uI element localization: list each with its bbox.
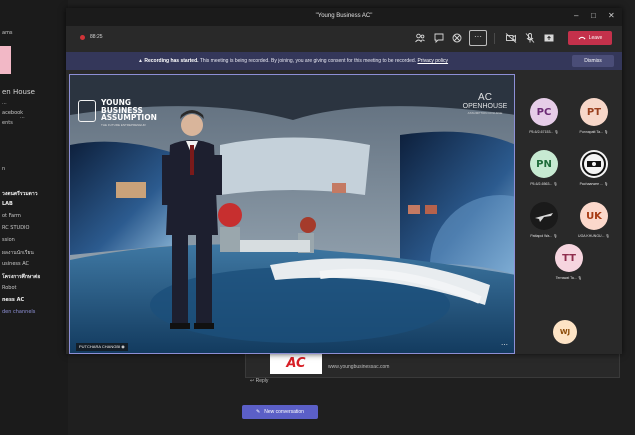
sidebar-channel[interactable]: ness AC	[2, 297, 24, 303]
warning-icon: ▲	[138, 58, 143, 64]
sidebar-item[interactable]: ...	[2, 100, 7, 106]
leave-label: Leave	[588, 35, 603, 41]
channel-sidebar: ams en House ... acebook ... ents n วงดน…	[0, 0, 68, 435]
mic-muted-icon: 🎙	[605, 234, 610, 238]
speaker-video[interactable]: YOUNG BUSINESS ASSUMPTION THE FUTURE ENT…	[69, 74, 515, 354]
more-actions-button[interactable]: ···	[469, 30, 487, 46]
expand-icon[interactable]: ⋯	[501, 341, 508, 349]
avatar: PN	[530, 150, 558, 178]
sidebar-channel[interactable]: ssion	[2, 237, 15, 243]
avatar: PT	[580, 98, 608, 126]
meeting-window: "Young Business AC" – □ ✕ 88:25 ··· Leav…	[66, 8, 622, 354]
participant-name: Pachaarwee ... 🎙	[579, 182, 609, 186]
young-business-logo: YOUNG BUSINESS ASSUMPTION THE FUTURE ENT…	[78, 97, 164, 127]
close-window-button[interactable]: ✕	[608, 12, 615, 20]
ac-openhouse-logo: AC OPENHOUSE ASSUMPTION COLLEGE	[462, 92, 508, 116]
leave-button[interactable]: Leave	[568, 31, 612, 45]
phone-hangup-icon	[578, 35, 586, 42]
mic-muted-icon: 🎙	[554, 130, 559, 134]
banner-headline: Recording has started.	[144, 58, 199, 64]
mic-off-icon[interactable]	[524, 32, 536, 44]
participant-name: P5-6/2-67153... 🎙	[529, 130, 559, 134]
toolbar-divider	[494, 33, 495, 44]
mic-icon: ◉	[121, 344, 125, 349]
sidebar-item[interactable]: ams	[2, 30, 13, 36]
mic-muted-icon: 🎙	[604, 130, 609, 134]
sidebar-item[interactable]: ents	[2, 120, 13, 126]
minimize-button[interactable]: –	[574, 12, 578, 20]
sidebar-channel[interactable]: RC STUDIO	[2, 225, 29, 231]
participant-name: P5-6/2-6563... 🎙	[530, 182, 558, 186]
privacy-policy-link[interactable]: Privacy policy	[417, 58, 448, 64]
sidebar-channel[interactable]: ot Farm	[2, 213, 21, 219]
mic-muted-icon: 🎙	[553, 182, 558, 186]
sidebar-channel[interactable]: Robot	[2, 285, 17, 291]
avatar: UK	[580, 202, 608, 230]
participant-gallery: PC P5-6/2-67153... 🎙 PT Punnapatt Ta... …	[516, 74, 622, 354]
participant-tile[interactable]: PT Punnapatt Ta... 🎙	[567, 94, 621, 150]
reactions-icon[interactable]	[451, 32, 463, 44]
recording-banner-text: ▲ Recording has started. This meeting is…	[138, 58, 448, 64]
mic-muted-icon: 🎙	[603, 182, 609, 186]
sidebar-channel[interactable]: ผลงานนักเรียน	[2, 249, 34, 257]
participant-name: UGA KHUNGU... 🎙	[578, 234, 610, 238]
sidebar-team-name[interactable]: en House	[2, 88, 35, 96]
screen: ams en House ... acebook ... ents n วงดน…	[0, 0, 635, 435]
recording-indicator-icon	[80, 35, 85, 40]
camera-off-icon[interactable]	[505, 32, 517, 44]
sidebar-item[interactable]: n	[2, 166, 5, 172]
sidebar-channel[interactable]: LAB	[2, 201, 13, 207]
meeting-toolbar: 88:25 ··· Leave	[66, 26, 622, 52]
window-titlebar: "Young Business AC" – □ ✕	[66, 8, 622, 26]
participant-tile[interactable]: PN P5-6/2-6563... 🎙	[517, 146, 571, 202]
banner-message: This meeting is being recorded. By joini…	[199, 58, 417, 64]
sidebar-channel[interactable]: โครงการศึกษาต่อ	[2, 273, 40, 281]
participant-tile[interactable]: TT Terrawat Ta... 🎙	[542, 240, 596, 296]
participant-tile[interactable]: PC P5-6/2-67153... 🎙	[517, 94, 571, 150]
shield-logo-icon	[78, 100, 96, 122]
participant-name: Terrawat Ta... 🎙	[555, 276, 583, 280]
people-icon[interactable]	[414, 32, 426, 44]
compose-icon: ✎	[256, 409, 261, 415]
reply-button[interactable]: ↩ Reply	[250, 378, 268, 384]
sidebar-channel[interactable]: usiness AC	[2, 261, 29, 267]
post-url[interactable]: www.youngbusinessac.com	[328, 364, 389, 370]
participant-name: Punnapatt Ta... 🎙	[579, 130, 609, 134]
avatar: TT	[555, 244, 583, 272]
chat-icon[interactable]	[433, 32, 445, 44]
new-conversation-label: New conversation	[264, 409, 304, 415]
profile-picture	[580, 150, 608, 178]
participant-name: Pattapol Wa... 🎙	[530, 234, 558, 238]
meeting-timer: 88:25	[90, 34, 103, 40]
speaker-name-tag: PUTCHARA CHANGBI ◉	[76, 343, 128, 351]
overflow-participant-avatar[interactable]: WJ	[553, 320, 577, 344]
avatar: PC	[530, 98, 558, 126]
recording-banner: ▲ Recording has started. This meeting is…	[66, 52, 622, 70]
dismiss-button[interactable]: Dismiss	[572, 55, 614, 67]
team-avatar[interactable]	[0, 46, 11, 74]
sidebar-item[interactable]: ...	[20, 114, 25, 120]
share-screen-icon[interactable]	[543, 32, 555, 44]
sidebar-channel[interactable]: วงดนตรีรวมดาว	[2, 190, 38, 198]
profile-picture	[530, 202, 558, 230]
mic-muted-icon: 🎙	[553, 234, 558, 238]
participant-tile[interactable]: Pachaarwee ... 🎙	[567, 146, 621, 202]
new-conversation-button[interactable]: ✎ New conversation	[242, 405, 318, 419]
post-logo: AC	[270, 352, 322, 374]
mic-muted-icon: 🎙	[577, 276, 583, 280]
maximize-button[interactable]: □	[591, 12, 596, 20]
logo-text: YOUNG BUSINESS ASSUMPTION	[101, 98, 157, 122]
hidden-channels-link[interactable]: den channels	[2, 309, 35, 315]
window-title: "Young Business AC"	[315, 13, 373, 19]
logo-subtitle: THE FUTURE ENTREPRENEUR	[101, 123, 146, 127]
